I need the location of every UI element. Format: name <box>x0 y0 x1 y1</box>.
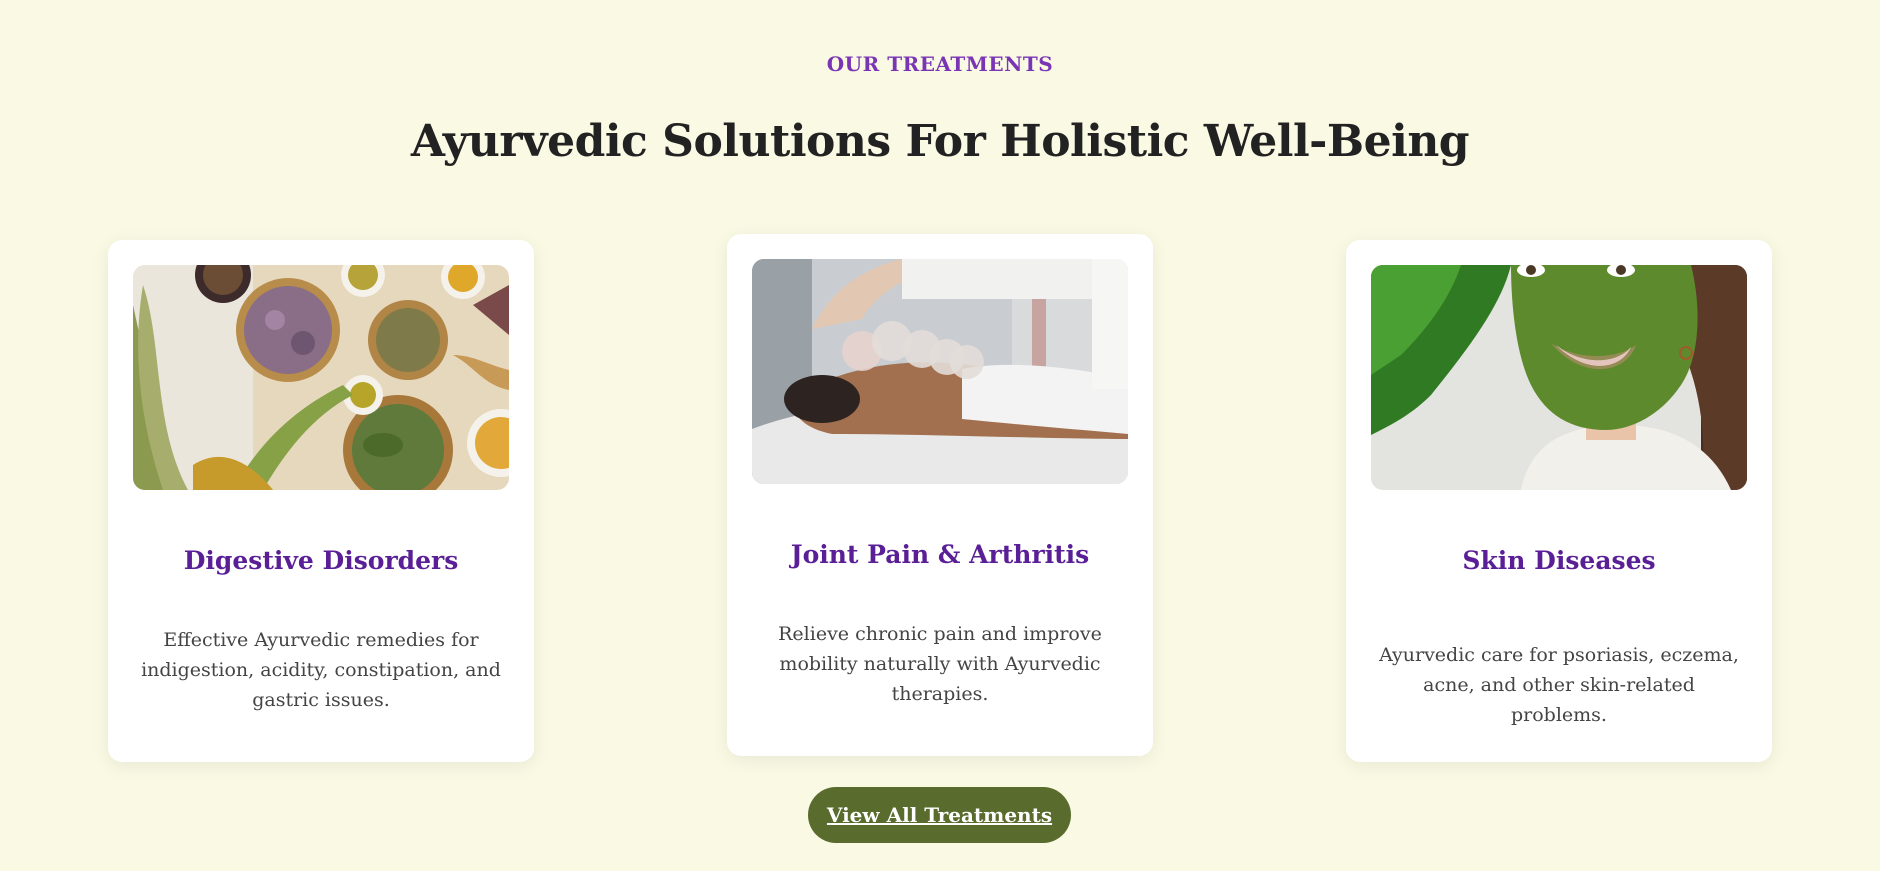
cupping-therapy-photo <box>752 259 1128 484</box>
view-all-treatments-button[interactable]: View All Treatments <box>808 787 1071 843</box>
card-description: Ayurvedic care for psoriasis, eczema, ac… <box>1379 644 1739 726</box>
section-eyebrow: OUR TREATMENTS <box>826 52 1054 76</box>
herbs-and-spices-photo <box>133 265 509 490</box>
card-title[interactable]: Joint Pain & Arthritis <box>737 540 1143 569</box>
card-title[interactable]: Digestive Disorders <box>118 546 524 575</box>
section-heading: Ayurvedic Solutions For Holistic Well-Be… <box>410 116 1470 167</box>
card-description: Relieve chronic pain and improve mobilit… <box>778 623 1102 705</box>
card-description: Effective Ayurvedic remedies for indiges… <box>141 629 501 711</box>
herbal-face-mask-photo <box>1371 265 1747 490</box>
treatment-card-skin[interactable]: Skin Diseases Ayurvedic care for psorias… <box>1346 240 1772 762</box>
treatment-card-joint-pain[interactable]: Joint Pain & Arthritis Relieve chronic p… <box>727 234 1153 756</box>
card-title[interactable]: Skin Diseases <box>1356 546 1762 575</box>
treatment-card-digestive[interactable]: Digestive Disorders Effective Ayurvedic … <box>108 240 534 762</box>
